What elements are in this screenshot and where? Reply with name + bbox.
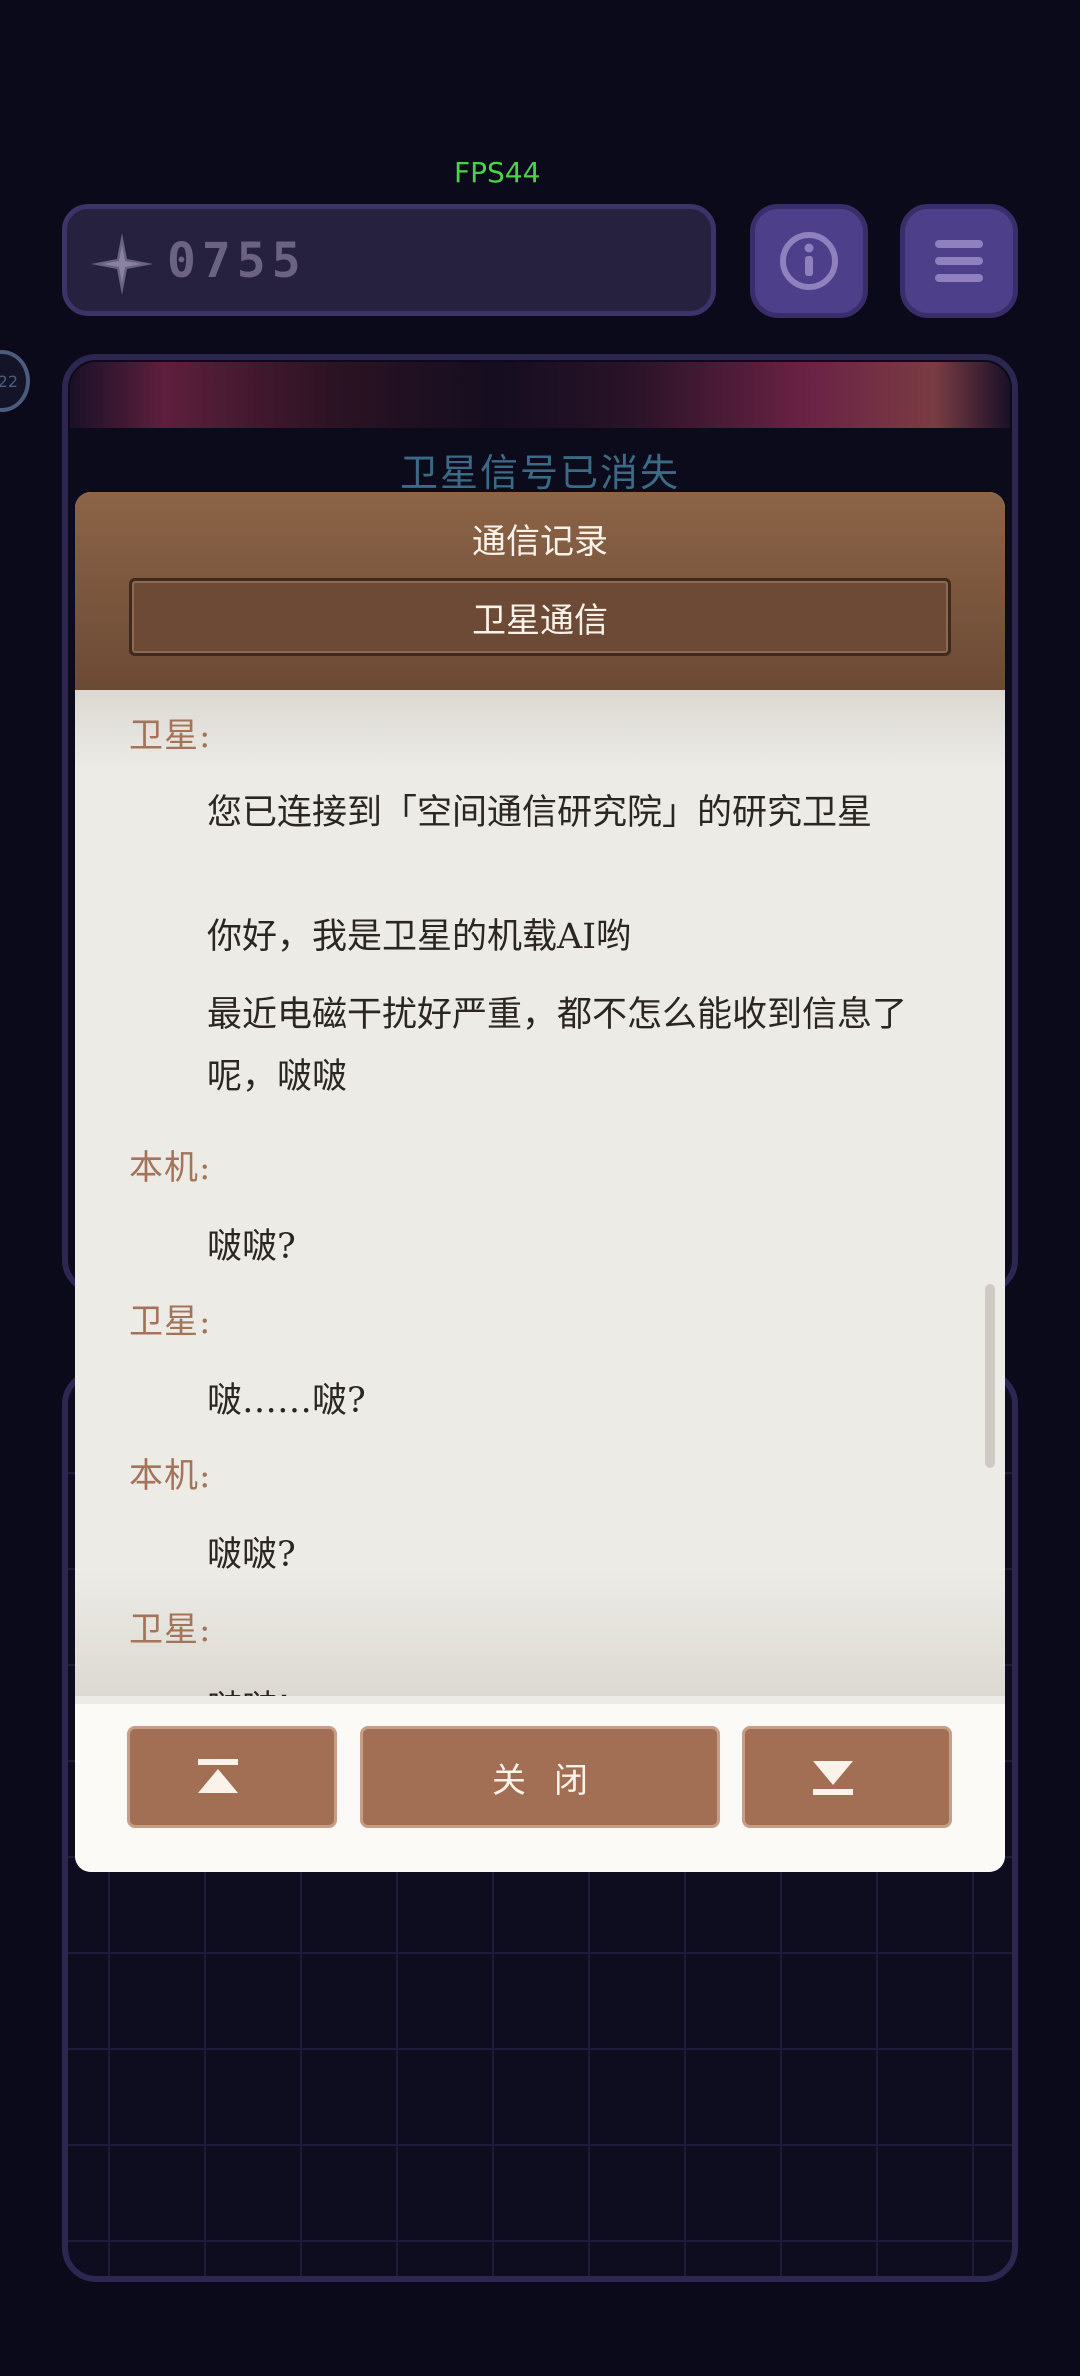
panel-banner <box>70 362 1010 428</box>
signal-status-text: 卫星信号已消失 <box>399 451 680 495</box>
comm-log-dialog: 通信记录 卫星通信 卫星: 您已连接到「空间通信研究院」的研究卫星 你好，我是卫… <box>75 492 1005 1872</box>
close-button[interactable]: 关闭 <box>360 1726 720 1828</box>
compass-star-icon <box>91 233 153 295</box>
scroll-bottom-button[interactable] <box>742 1726 952 1828</box>
info-icon <box>780 232 838 290</box>
menu-button[interactable] <box>900 204 1018 318</box>
scroll-to-bottom-icon <box>813 1761 853 1795</box>
dialog-title: 通信记录 <box>472 522 608 562</box>
speaker-label: 卫星: <box>129 1610 212 1650</box>
side-level-badge[interactable]: 22 <box>0 350 30 412</box>
message-line: 您已连接到「空间通信研究院」的研究卫星 <box>207 793 873 833</box>
score-display: 0755 <box>62 204 716 316</box>
scroll-to-top-icon <box>198 1759 238 1793</box>
message-line: 最近电磁干扰好严重，都不怎么能收到信息了呢，啵啵 <box>207 995 908 1097</box>
fps-counter: FPS44 <box>454 156 541 189</box>
info-button[interactable] <box>750 204 868 318</box>
message-log[interactable]: 卫星: 您已连接到「空间通信研究院」的研究卫星 你好，我是卫星的机载AI哟 最近… <box>75 690 1005 1696</box>
dialog-header: 通信记录 卫星通信 <box>75 492 1005 690</box>
log-scrollbar[interactable] <box>985 1284 995 1468</box>
hamburger-menu-icon <box>935 240 983 282</box>
message-line: 啵啵! <box>207 1678 907 1696</box>
dialog-footer: 关闭 <box>75 1704 1005 1872</box>
close-button-label: 关闭 <box>492 1760 616 1801</box>
tab-satellite-comm[interactable]: 卫星通信 <box>129 578 951 656</box>
message-line: 啵……啵? <box>207 1381 366 1421</box>
message-line: 你好，我是卫星的机载AI哟 <box>207 917 632 957</box>
speaker-label: 本机: <box>129 1456 212 1496</box>
speaker-label: 本机: <box>129 1148 212 1188</box>
speaker-label: 卫星: <box>129 1302 212 1342</box>
message-line: 啵啵? <box>207 1227 296 1267</box>
score-value: 0755 <box>167 233 307 289</box>
message-line: 啵啵? <box>207 1535 296 1575</box>
speaker-label: 卫星: <box>129 716 212 756</box>
scroll-top-button[interactable] <box>127 1726 337 1828</box>
